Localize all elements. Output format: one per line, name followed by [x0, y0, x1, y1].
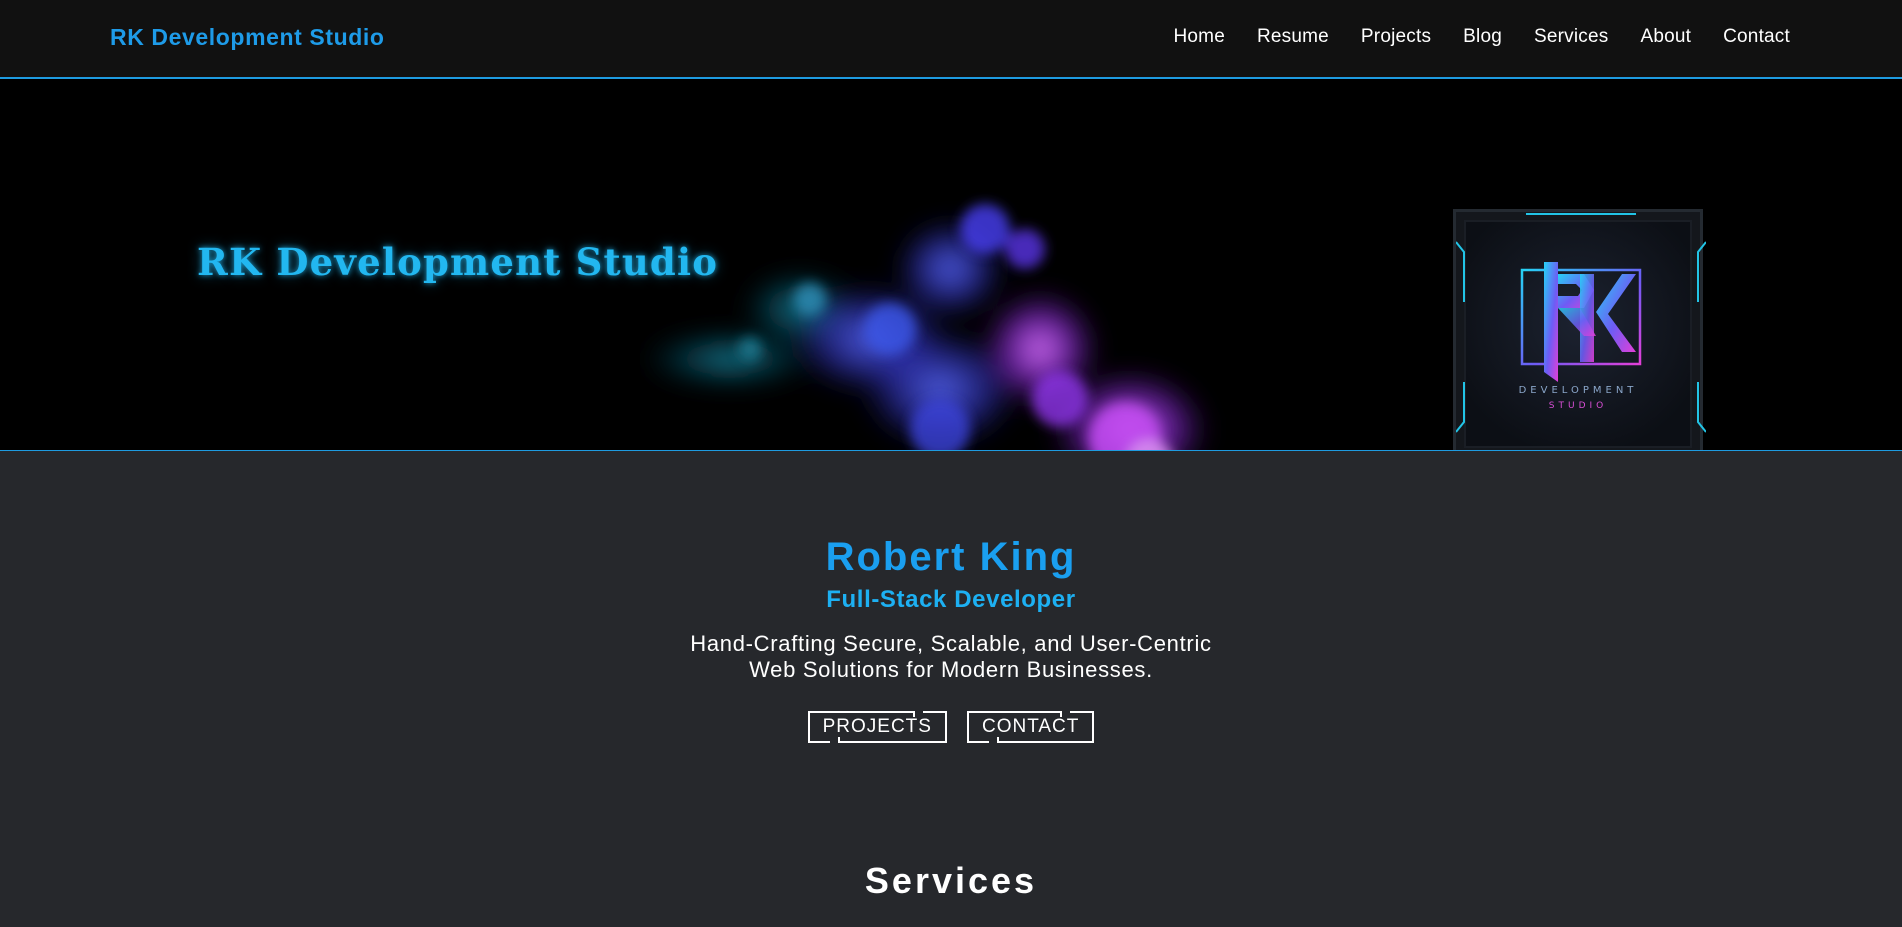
smoke-graphic [640, 204, 1210, 450]
projects-button-label: PROJECTS [822, 716, 932, 737]
studio-logo: DEVELOPMENT STUDIO [1453, 209, 1706, 450]
nav-home[interactable]: Home [1173, 26, 1224, 48]
tagline-line-2: Web Solutions for Modern Businesses. [749, 657, 1153, 682]
projects-button[interactable]: PROJECTS [807, 711, 947, 743]
tagline-line-1: Hand-Crafting Secure, Scalable, and User… [690, 631, 1212, 656]
logo-line1: DEVELOPMENT [1518, 385, 1638, 396]
cta-buttons: PROJECTS CONTACT [0, 711, 1902, 743]
contact-button[interactable]: CONTACT [966, 711, 1095, 743]
rk-logo-icon [1456, 213, 1706, 433]
site-header: RK Development Studio Home Resume Projec… [0, 0, 1902, 79]
developer-role: Full-Stack Developer [826, 586, 1076, 613]
logo-line2: STUDIO [1548, 401, 1608, 411]
nav-blog[interactable]: Blog [1463, 26, 1502, 48]
services-heading: Services [864, 860, 1038, 901]
nav-services[interactable]: Services [1534, 26, 1608, 48]
nav-contact[interactable]: Contact [1723, 26, 1790, 48]
nav-about[interactable]: About [1640, 26, 1691, 48]
developer-name: Robert King [825, 535, 1077, 579]
brand-link[interactable]: RK Development Studio [110, 24, 385, 51]
nav-projects[interactable]: Projects [1361, 26, 1431, 48]
contact-button-label: CONTACT [981, 716, 1080, 737]
tagline: Hand-Crafting Secure, Scalable, and User… [0, 631, 1902, 683]
nav-resume[interactable]: Resume [1257, 26, 1329, 48]
hero-banner: RK Development Studio DEVELOPMENT STUDIO [0, 79, 1902, 451]
main-nav: Home Resume Projects Blog Services About… [1173, 26, 1790, 48]
